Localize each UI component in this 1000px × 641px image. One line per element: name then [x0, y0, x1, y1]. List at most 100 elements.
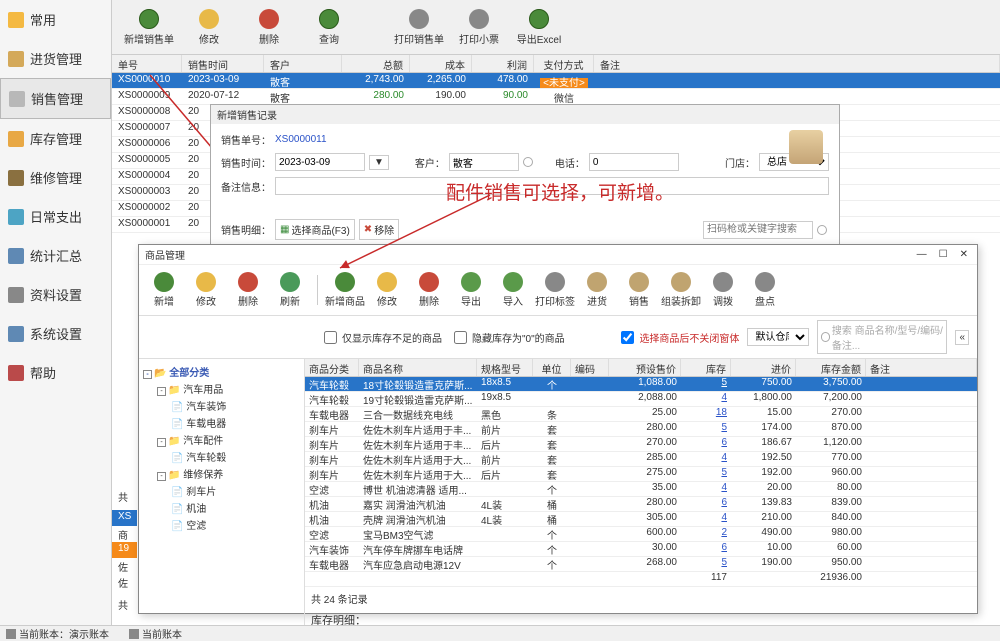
bundle-button[interactable]: 组装拆卸 [660, 269, 702, 311]
search-icon [319, 9, 339, 29]
phone-label: 电话： [555, 155, 585, 170]
edit-button[interactable]: 修改 [184, 3, 234, 51]
sales-time-input[interactable] [275, 153, 365, 171]
tree-leaf[interactable]: 📄 机油 [143, 499, 300, 516]
delete-button[interactable]: 删除 [244, 3, 294, 51]
note-input[interactable] [275, 177, 829, 195]
excel-button[interactable]: 导出Excel [514, 3, 564, 51]
record-count: 共 24 条记录 [305, 587, 977, 610]
product-row[interactable]: 刹车片佐佐木刹车片适用于大...后片套275.005192.00960.00 [305, 467, 977, 482]
gear-icon [8, 326, 24, 342]
sidebar-item-sales[interactable]: 销售管理 [0, 78, 111, 119]
product-row[interactable]: 车载电器三合一数据线充电线黑色条25.001815.00270.00 [305, 407, 977, 422]
new-sales-button[interactable]: 新增销售单 [124, 3, 174, 51]
cat-new-button[interactable]: 新增 [143, 269, 185, 311]
grid-header: 单号 销售时间 客户 总额 成本 利润 支付方式 备注 [112, 55, 1000, 73]
import-button[interactable]: 导入 [492, 269, 534, 311]
tree-leaf[interactable]: 📄 刹车片 [143, 482, 300, 499]
cat-edit-button[interactable]: 修改 [185, 269, 227, 311]
search-icon[interactable] [817, 225, 827, 235]
sidebar-item-common[interactable]: 常用 [0, 0, 111, 39]
x-icon [259, 9, 279, 29]
export-icon [461, 272, 481, 292]
product-row[interactable]: 汽车轮毂18寸轮毂锻造雷克萨斯...18x8.5个1,088.005750.00… [305, 377, 977, 392]
stock-detail-label: 库存明细： [311, 612, 366, 625]
sidebar-item-inventory[interactable]: 库存管理 [0, 119, 111, 158]
product-row[interactable]: 刹车片佐佐木刹车片适用于丰...前片套280.005174.00870.00 [305, 422, 977, 437]
main-toolbar: 新增销售单 修改 删除 查询 打印销售单 打印小票 导出Excel [112, 0, 1000, 55]
product-row[interactable]: 刹车片佐佐木刹车片适用于大...前片套285.004192.50770.00 [305, 452, 977, 467]
sidebar-item-repair[interactable]: 维修管理 [0, 158, 111, 197]
hide-zero-checkbox[interactable]: 隐藏库存为"0"的商品 [450, 328, 565, 347]
note-label: 备注信息： [221, 179, 271, 194]
product-search-input[interactable]: 搜索 商品名称/型号/编码/备注... [817, 320, 947, 354]
totals-row: 117 21936.00 [305, 572, 977, 587]
cat-del-button[interactable]: 删除 [227, 269, 269, 311]
customer-input[interactable] [449, 153, 519, 171]
search-icon[interactable] [523, 157, 533, 167]
product-row[interactable]: 刹车片佐佐木刹车片适用于丰...后片套270.006186.671,120.00 [305, 437, 977, 452]
show-low-checkbox[interactable]: 仅显示库存不足的商品 [320, 328, 442, 347]
filter-bar: 仅显示库存不足的商品 隐藏库存为"0"的商品 选择商品后不关闭窗体 默认仓库 搜… [139, 316, 977, 359]
chart-icon [8, 248, 24, 264]
behind-rows: 共 XS 商 19 佐 佐 共 [112, 488, 137, 612]
sidebar-item-stats[interactable]: 统计汇总 [0, 236, 111, 275]
tree-leaf[interactable]: 📄 汽车装饰 [143, 397, 300, 414]
store-label: 门店： [725, 155, 755, 170]
expand-button[interactable]: « [955, 330, 969, 345]
purchase-button[interactable]: 进货 [576, 269, 618, 311]
refresh-button[interactable]: 刷新 [269, 269, 311, 311]
warehouse-select[interactable]: 默认仓库 [747, 328, 809, 346]
phone-input[interactable] [589, 153, 679, 171]
new-product-button[interactable]: 新增商品 [324, 269, 366, 311]
sidebar-item-system[interactable]: 系统设置 [0, 314, 111, 353]
tree-node[interactable]: -📁 维修保养 [143, 465, 300, 482]
product-row[interactable]: 汽车装饰汽车停车牌挪车电话牌个30.00610.0060.00 [305, 542, 977, 557]
minimize-button[interactable]: — [914, 249, 930, 260]
sales-row[interactable]: XS00000092020-07-12散客280.00190.0090.00微信 [112, 89, 1000, 105]
sidebar-item-purchase[interactable]: 进货管理 [0, 39, 111, 78]
x-icon [238, 272, 258, 292]
sidebar-item-help[interactable]: 帮助 [0, 353, 111, 392]
print-label-button[interactable]: 打印标签 [534, 269, 576, 311]
bulb-icon [8, 12, 24, 28]
product-row[interactable]: 机油嘉实 润滑油汽机油4L装桶280.006139.83839.00 [305, 497, 977, 512]
ticket-button[interactable]: 打印小票 [454, 3, 504, 51]
product-row[interactable]: 空滤博世 机油滤清器 适用...个35.00420.0080.00 [305, 482, 977, 497]
tree-leaf[interactable]: 📄 空滤 [143, 516, 300, 533]
pencil-icon [196, 272, 216, 292]
remove-button[interactable]: ✖移除 [359, 219, 399, 240]
tree-root[interactable]: -📂 全部分类 [143, 363, 300, 380]
transfer-button[interactable]: 调拨 [702, 269, 744, 311]
export-button[interactable]: 导出 [450, 269, 492, 311]
sales-row[interactable]: XS00000102023-03-09散客2,743.002,265.00478… [112, 73, 1000, 89]
edit-product-button[interactable]: 修改 [366, 269, 408, 311]
doc-icon [8, 287, 24, 303]
plus-icon [139, 9, 159, 29]
check-icon [755, 272, 775, 292]
tree-node[interactable]: -📁 汽车配件 [143, 431, 300, 448]
tree-leaf[interactable]: 📄 车载电器 [143, 414, 300, 431]
query-button[interactable]: 查询 [304, 3, 354, 51]
keep-open-checkbox[interactable]: 选择商品后不关闭窗体 [617, 328, 739, 347]
print-button[interactable]: 打印销售单 [394, 3, 444, 51]
excel-icon [529, 9, 549, 29]
close-button[interactable]: ✕ [957, 249, 971, 260]
product-row[interactable]: 空滤宝马BM3空气滤个600.002490.00980.00 [305, 527, 977, 542]
product-row[interactable]: 汽车轮毂19寸轮毂锻造雷克萨斯...19x8.52,088.0041,800.0… [305, 392, 977, 407]
product-toolbar: 新增 修改 删除 刷新 新增商品 修改 删除 导出 导入 打印标签 进货 销售 … [139, 265, 977, 316]
scan-search-input[interactable] [703, 221, 813, 239]
sale-button[interactable]: 销售 [618, 269, 660, 311]
barcode-icon [545, 272, 565, 292]
maximize-button[interactable]: ☐ [936, 249, 951, 260]
tree-leaf[interactable]: 📄 汽车轮毂 [143, 448, 300, 465]
x-icon [419, 272, 439, 292]
del-product-button[interactable]: 删除 [408, 269, 450, 311]
tree-node[interactable]: -📁 汽车用品 [143, 380, 300, 397]
product-row[interactable]: 车载电器汽车应急启动电源12V个268.005190.00950.00 [305, 557, 977, 572]
product-row[interactable]: 机油壳牌 润滑油汽机油4L装桶305.004210.00840.00 [305, 512, 977, 527]
check-button[interactable]: 盘点 [744, 269, 786, 311]
sidebar-item-daily[interactable]: 日常支出 [0, 197, 111, 236]
sidebar-item-data[interactable]: 资料设置 [0, 275, 111, 314]
select-product-button[interactable]: ▦选择商品(F3) [275, 219, 355, 240]
